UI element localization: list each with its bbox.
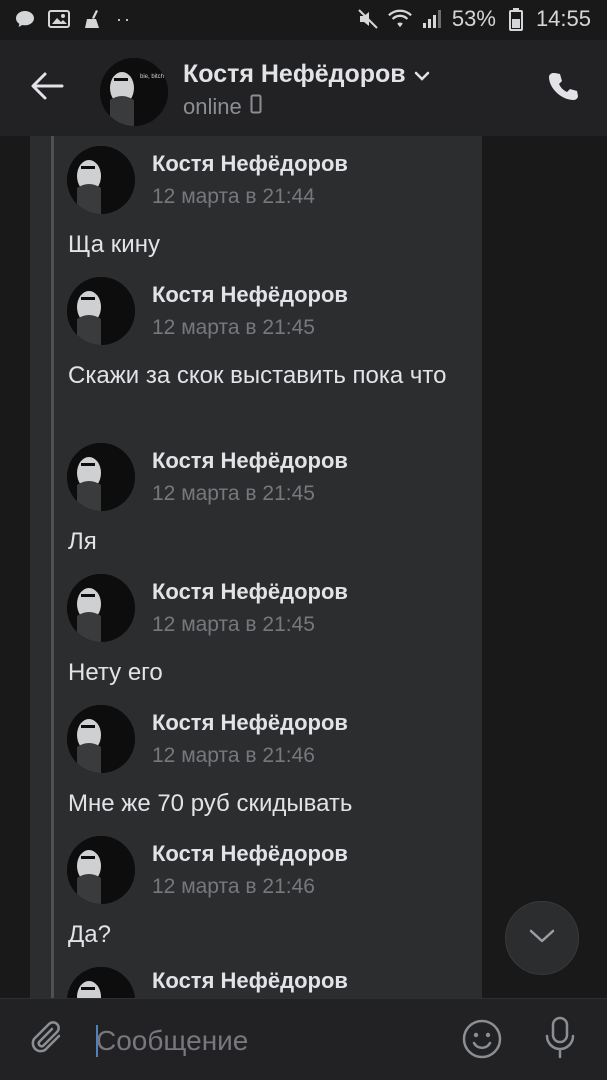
contact-avatar[interactable]: bie, bitch: [100, 58, 168, 126]
status-bar-notifications: ··: [14, 8, 132, 30]
author-name[interactable]: Костя Нефёдоров: [152, 579, 348, 605]
author-avatar[interactable]: [67, 277, 135, 345]
message-text: Скажи за скок выставить пока что: [68, 362, 447, 389]
battery-percent: 53%: [451, 6, 496, 31]
phone-device-icon: [250, 94, 262, 120]
wifi-icon: [387, 7, 412, 31]
scroll-to-bottom-button[interactable]: [505, 901, 579, 975]
author-name[interactable]: Костя Нефёдоров: [152, 968, 348, 994]
image-icon: [48, 8, 70, 30]
message-date: 12 марта в 21:44: [152, 185, 315, 208]
message-date: 12 марта в 21:45: [152, 613, 315, 636]
paperclip-icon: [29, 1018, 65, 1063]
author-name[interactable]: Костя Нефёдоров: [152, 151, 348, 177]
author-name[interactable]: Костя Нефёдоров: [152, 841, 348, 867]
message-text: Ля: [68, 528, 97, 555]
call-icon: [548, 71, 578, 106]
message-text: Ща кину: [68, 231, 160, 258]
contact-status: online: [183, 94, 262, 120]
status-bar-system: 53% 14:55: [356, 6, 591, 32]
author-avatar[interactable]: [67, 146, 135, 214]
message-date: 12 марта в 21:46: [152, 875, 315, 898]
chevron-down-icon[interactable]: [414, 60, 430, 89]
contact-name[interactable]: Костя Нефёдоров: [183, 60, 430, 89]
contact-status-label: online: [183, 94, 242, 119]
attach-button[interactable]: [26, 1019, 68, 1061]
status-bar: ·· 53% 14:55: [0, 0, 607, 40]
avatar-caption: bie, bitch: [140, 74, 164, 80]
emoji-icon: [461, 1018, 503, 1065]
message-text: Нету его: [68, 659, 163, 686]
author-avatar[interactable]: [67, 705, 135, 773]
forwarded-quote-line: [51, 136, 54, 998]
back-arrow-icon: [30, 71, 64, 106]
message-text: Мне же 70 руб скидывать: [68, 790, 353, 817]
signal-icon: [420, 7, 444, 31]
chat-header: bie, bitch Костя Нефёдоров online: [0, 40, 607, 136]
chevron-down-icon: [527, 926, 557, 951]
message-list[interactable]: Костя Нефёдоров 12 марта в 21:44 Ща кину…: [0, 136, 607, 998]
call-button[interactable]: [541, 66, 585, 110]
contact-name-label: Костя Нефёдоров: [183, 60, 406, 88]
chat-icon: [14, 8, 36, 30]
author-name[interactable]: Костя Нефёдоров: [152, 448, 348, 474]
battery-icon: [504, 7, 528, 31]
author-name[interactable]: Костя Нефёдоров: [152, 282, 348, 308]
message-date: 12 марта в 21:45: [152, 316, 315, 339]
microphone-icon: [543, 1016, 577, 1065]
message-date: 12 марта в 21:45: [152, 482, 315, 505]
author-name[interactable]: Костя Нефёдоров: [152, 710, 348, 736]
text-caret: [96, 1025, 98, 1057]
back-button[interactable]: [22, 66, 72, 110]
message-date: 12 марта в 21:46: [152, 744, 315, 767]
author-avatar[interactable]: [67, 443, 135, 511]
author-avatar[interactable]: [67, 836, 135, 904]
message-input[interactable]: Сообщение: [96, 1021, 426, 1061]
message-composer: Сообщение: [0, 998, 607, 1080]
message-input-placeholder: Сообщение: [96, 1025, 249, 1056]
author-avatar[interactable]: [67, 574, 135, 642]
cleaner-icon: [82, 8, 104, 30]
more-notifications-dots: ··: [116, 9, 132, 29]
status-time: 14:55: [535, 6, 591, 31]
message-text: Да?: [68, 921, 111, 948]
voice-message-button[interactable]: [540, 1016, 580, 1065]
emoji-button[interactable]: [460, 1019, 504, 1063]
mute-icon: [356, 7, 380, 31]
